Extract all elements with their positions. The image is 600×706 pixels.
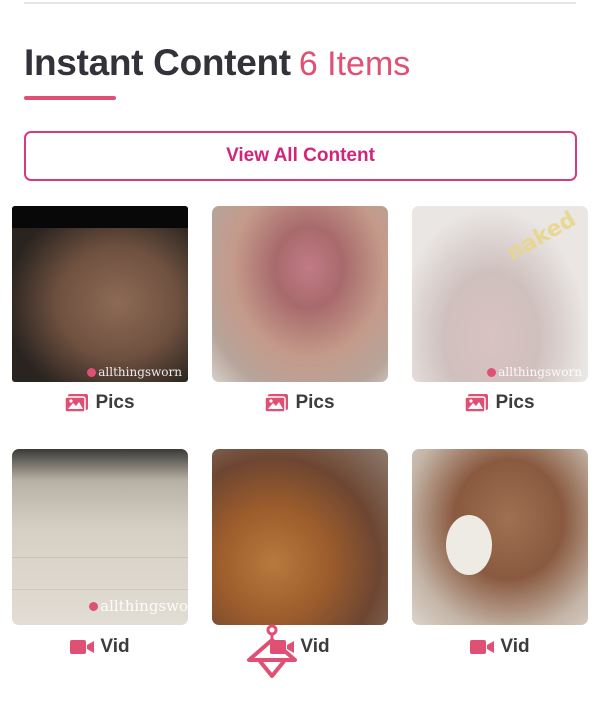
content-type-label: Vid — [412, 636, 588, 658]
heading-underline — [24, 96, 116, 100]
item-count: 6 Items — [298, 45, 411, 83]
content-thumbnail-2[interactable] — [212, 206, 388, 382]
image-icon — [465, 393, 489, 413]
content-thumbnail-3[interactable]: naked allthingsworn — [412, 206, 588, 382]
image-icon — [65, 393, 89, 413]
watermark: allthingsworn — [87, 365, 182, 379]
top-divider — [24, 2, 576, 4]
video-camera-icon — [70, 638, 95, 656]
content-thumbnail-4[interactable]: allthingswo — [12, 449, 188, 625]
hanger-logo-icon — [245, 624, 299, 685]
content-thumbnail-1[interactable]: allthingsworn — [12, 206, 188, 382]
content-thumbnail-6[interactable] — [412, 449, 588, 625]
watermark: allthingswo — [89, 597, 188, 615]
section-title: Instant Content — [24, 42, 291, 83]
content-type-label: Pics — [212, 392, 388, 414]
content-type-label: Pics — [12, 392, 188, 414]
content-type-label: Pics — [412, 392, 588, 414]
content-thumbnail-5[interactable] — [212, 449, 388, 625]
content-type-label: Vid — [212, 636, 388, 658]
section-heading: Instant Content 6 Items — [24, 42, 410, 84]
image-icon — [265, 393, 289, 413]
content-type-label: Vid — [12, 636, 188, 658]
view-all-content-button[interactable]: View All Content — [24, 131, 577, 181]
watermark: allthingsworn — [487, 365, 582, 379]
video-camera-icon — [470, 638, 495, 656]
